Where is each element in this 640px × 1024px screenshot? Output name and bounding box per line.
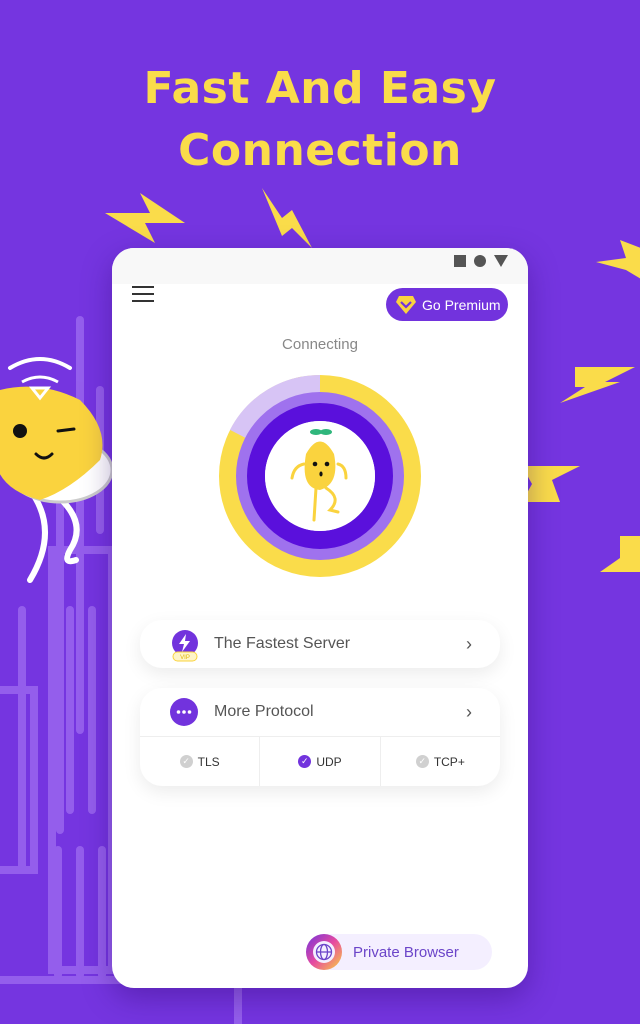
- go-premium-label: Go Premium: [422, 296, 501, 313]
- check-icon: ✓: [298, 755, 312, 768]
- protocol-card: More Protocol › ✓ TLS ✓ UDP ✓ TCP+: [140, 688, 500, 786]
- more-protocol-row[interactable]: More Protocol ›: [140, 688, 500, 736]
- headline: Fast And Easy Connection: [0, 58, 640, 182]
- more-dots-icon: [170, 698, 198, 726]
- hamburger-icon[interactable]: [132, 286, 154, 304]
- chevron-right-icon: ›: [466, 633, 472, 654]
- lightning-bolt-decoration: [105, 193, 185, 243]
- protocol-option-tls[interactable]: ✓ TLS: [140, 737, 259, 786]
- check-icon: ✓: [415, 755, 429, 768]
- connection-status: Connecting: [282, 336, 358, 353]
- headline-line-1: Fast And Easy: [143, 63, 497, 114]
- connect-button[interactable]: [218, 374, 422, 578]
- lightning-vip-icon: VIP: [172, 630, 198, 662]
- check-icon: ✓: [179, 755, 193, 768]
- go-premium-button[interactable]: Go Premium: [386, 288, 508, 321]
- protocol-label: UDP: [316, 754, 342, 769]
- private-browser-label: Private Browser: [353, 943, 459, 961]
- headline-line-2: Connection: [178, 125, 462, 176]
- fastest-server-row[interactable]: VIP The Fastest Server ›: [140, 620, 500, 668]
- circle-icon[interactable]: [474, 255, 486, 267]
- lightning-bolt-decoration: [596, 240, 640, 279]
- more-protocol-label: More Protocol: [214, 703, 314, 720]
- system-status-bar: [112, 248, 528, 284]
- protocol-label: TLS: [197, 754, 220, 769]
- globe-icon: [306, 934, 342, 970]
- lightning-bolt-decoration: [560, 367, 635, 403]
- lightning-bolt-decoration: [262, 188, 312, 248]
- vip-badge: VIP: [180, 655, 190, 661]
- private-browser-button[interactable]: Private Browser: [306, 934, 492, 970]
- lightning-bolt-decoration: [522, 466, 580, 502]
- phone-screen: Go Premium Connecting VIP The Fastest Se…: [112, 248, 528, 988]
- protocol-options: ✓ TLS ✓ UDP ✓ TCP+: [140, 736, 500, 786]
- diamond-icon: [396, 295, 416, 314]
- lightning-bolt-decoration: [600, 536, 640, 572]
- square-icon[interactable]: [454, 255, 466, 267]
- protocol-option-tcp-plus[interactable]: ✓ TCP+: [379, 737, 500, 786]
- chevron-right-icon: ›: [466, 701, 472, 722]
- fastest-server-card[interactable]: VIP The Fastest Server ›: [140, 620, 500, 668]
- protocol-option-udp[interactable]: ✓ UDP: [259, 737, 379, 786]
- triangle-icon[interactable]: [494, 255, 508, 267]
- mascot-illustration: [0, 357, 114, 583]
- protocol-label: TCP+: [433, 754, 465, 769]
- fastest-server-label: The Fastest Server: [214, 635, 351, 652]
